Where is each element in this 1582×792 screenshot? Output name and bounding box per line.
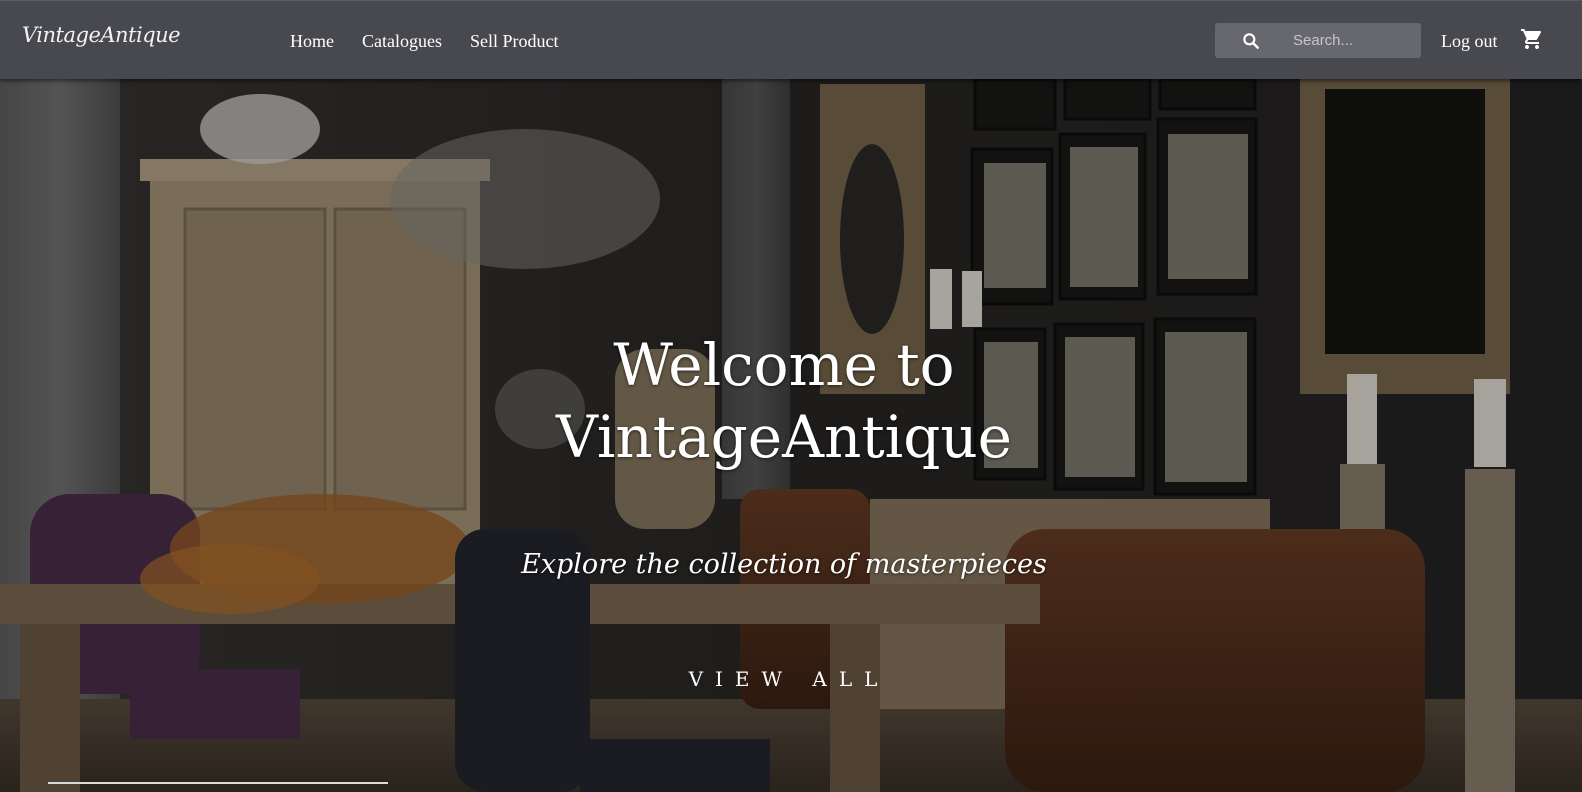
search-icon[interactable] (1241, 31, 1261, 51)
main-nav: Home Catalogues Sell Product (290, 31, 586, 52)
nav-link-sell-product[interactable]: Sell Product (470, 31, 559, 52)
nav-link-home[interactable]: Home (290, 31, 334, 52)
hero-banner: Welcome to VintageAntique Explore the co… (0, 79, 1582, 792)
hero-title: Welcome to VintageAntique (0, 329, 1568, 473)
hero-title-line-2: VintageAntique (555, 403, 1012, 471)
view-all-button[interactable]: VIEW ALL (684, 667, 894, 697)
shopping-cart-icon[interactable] (1520, 27, 1544, 51)
top-navbar: VintageAntique Home Catalogues Sell Prod… (0, 0, 1582, 79)
horizontal-scrollbar-thumb[interactable] (48, 782, 388, 784)
search-input[interactable] (1293, 23, 1413, 58)
hero-title-line-1: Welcome to (613, 331, 955, 399)
logout-link[interactable]: Log out (1441, 31, 1498, 52)
hero-subtitle: Explore the collection of masterpieces (521, 549, 1047, 580)
search-box[interactable] (1215, 23, 1421, 58)
nav-link-catalogues[interactable]: Catalogues (362, 31, 442, 52)
site-logo[interactable]: VintageAntique (22, 23, 181, 47)
